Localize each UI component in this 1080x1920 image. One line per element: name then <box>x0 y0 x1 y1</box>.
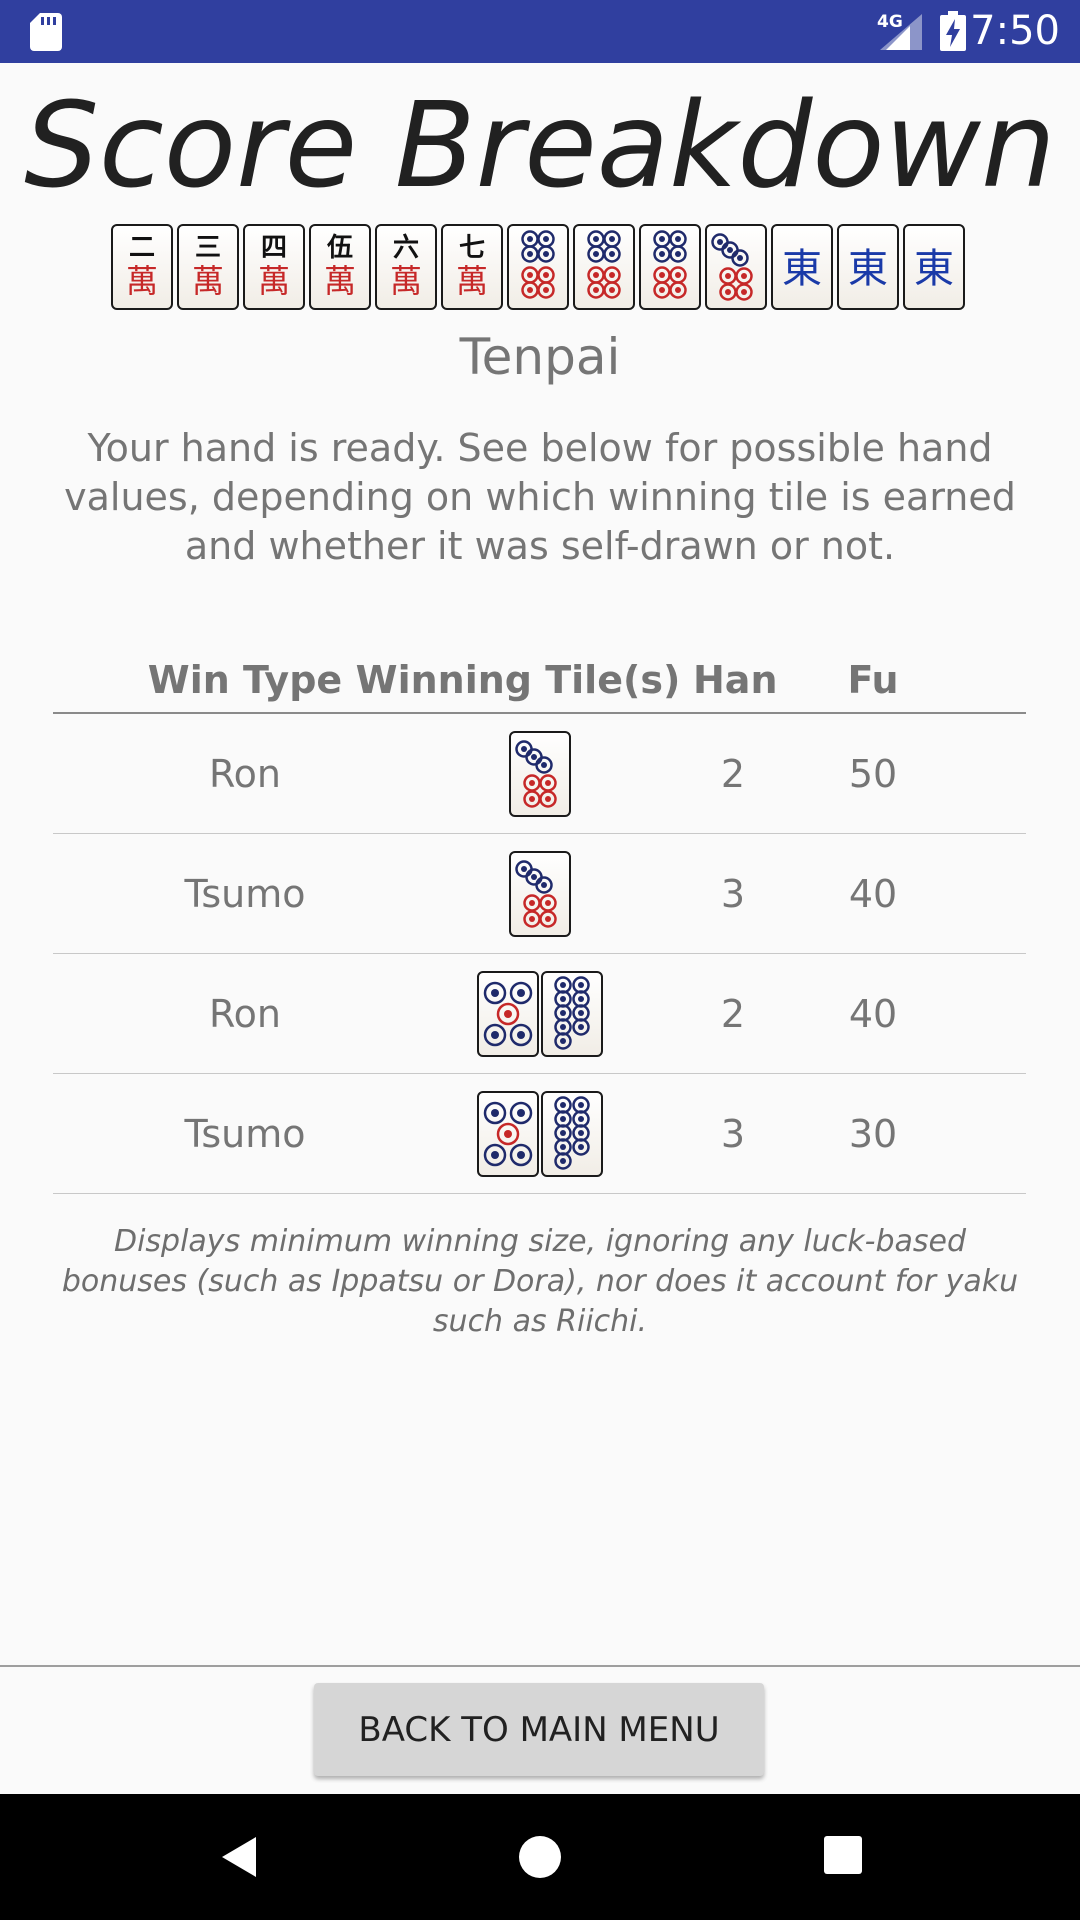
header-fu: Fu <box>847 658 899 702</box>
pin-tile-icon <box>507 224 569 310</box>
footnote: Displays minimum winning size, ignoring … <box>61 1224 1019 1339</box>
east-wind-tile-icon: 東 <box>771 224 833 310</box>
svg-text:萬: 萬 <box>324 262 356 300</box>
table-row: Tsumo 3 40 <box>53 834 1026 954</box>
svg-text:萬: 萬 <box>258 262 290 300</box>
cell-han: 3 <box>720 872 746 916</box>
man-tile-icon: 三萬 <box>177 224 239 310</box>
sd-card-icon <box>30 13 62 51</box>
table-row: Tsumo 3 30 <box>53 1074 1026 1194</box>
cell-fu: 50 <box>848 752 898 796</box>
table-row: Ron 2 50 <box>53 714 1026 834</box>
status-bar: 4G 7:50 <box>0 0 1080 63</box>
svg-text:東: 東 <box>848 246 888 292</box>
pin-tile-icon <box>508 731 571 817</box>
cell-fu: 40 <box>848 872 898 916</box>
description-text: Your hand is ready. See below for possib… <box>64 426 1016 568</box>
navigation-bar <box>0 1794 1080 1920</box>
table-body: Ron 2 50 Tsumo 3 40 Ron 2 40 Tsumo 3 30 <box>53 714 1026 1194</box>
cell-han: 2 <box>720 752 746 796</box>
hand-status: Tenpai <box>459 328 621 386</box>
battery-charging-icon <box>940 11 966 51</box>
results-table: Win Type Winning Tile(s) Han Fu Ron 2 50… <box>53 652 1026 1194</box>
clock: 7:50 <box>970 8 1060 54</box>
table-header: Win Type Winning Tile(s) Han Fu <box>53 652 1026 714</box>
pin-tile-icon <box>508 851 571 937</box>
hand-tiles: 二萬三萬四萬伍萬六萬七萬東東東 <box>111 224 969 312</box>
svg-text:四: 四 <box>261 233 287 263</box>
svg-text:東: 東 <box>782 246 822 292</box>
svg-text:東: 東 <box>914 246 954 292</box>
pin-tile-icon <box>573 224 635 310</box>
svg-text:六: 六 <box>393 233 419 263</box>
pin-tile-icon <box>476 971 539 1057</box>
page-title: Score Breakdown <box>24 76 1056 214</box>
pin-tile-icon <box>639 224 701 310</box>
header-win-type: Win Type <box>147 658 343 702</box>
cell-fu: 40 <box>848 992 898 1036</box>
svg-text:伍: 伍 <box>327 233 353 263</box>
east-wind-tile-icon: 東 <box>837 224 899 310</box>
header-winning-tiles: Winning Tile(s) <box>355 658 681 702</box>
svg-text:萬: 萬 <box>126 262 158 300</box>
signal-icon <box>880 14 922 50</box>
svg-text:萬: 萬 <box>456 262 488 300</box>
cell-han: 3 <box>720 1112 746 1156</box>
man-tile-icon: 四萬 <box>243 224 305 310</box>
svg-text:七: 七 <box>459 233 485 263</box>
cell-han: 2 <box>720 992 746 1036</box>
table-row: Ron 2 40 <box>53 954 1026 1074</box>
back-icon[interactable] <box>218 1835 258 1879</box>
back-to-main-menu-button[interactable]: BACK TO MAIN MENU <box>314 1683 764 1776</box>
man-tile-icon: 伍萬 <box>309 224 371 310</box>
svg-text:萬: 萬 <box>390 262 422 300</box>
pin-tile-icon <box>705 224 767 310</box>
east-wind-tile-icon: 東 <box>903 224 965 310</box>
home-icon[interactable] <box>518 1835 562 1879</box>
header-han: Han <box>693 658 778 702</box>
recents-icon[interactable] <box>823 1835 863 1875</box>
pin-tile-icon <box>540 1091 603 1177</box>
man-tile-icon: 二萬 <box>111 224 173 310</box>
pin-tile-icon <box>540 971 603 1057</box>
pin-tile-icon <box>476 1091 539 1177</box>
divider <box>0 1665 1080 1667</box>
svg-text:萬: 萬 <box>192 262 224 300</box>
man-tile-icon: 七萬 <box>441 224 503 310</box>
svg-text:二: 二 <box>129 233 155 263</box>
svg-text:三: 三 <box>195 233 221 263</box>
man-tile-icon: 六萬 <box>375 224 437 310</box>
cell-fu: 30 <box>848 1112 898 1156</box>
